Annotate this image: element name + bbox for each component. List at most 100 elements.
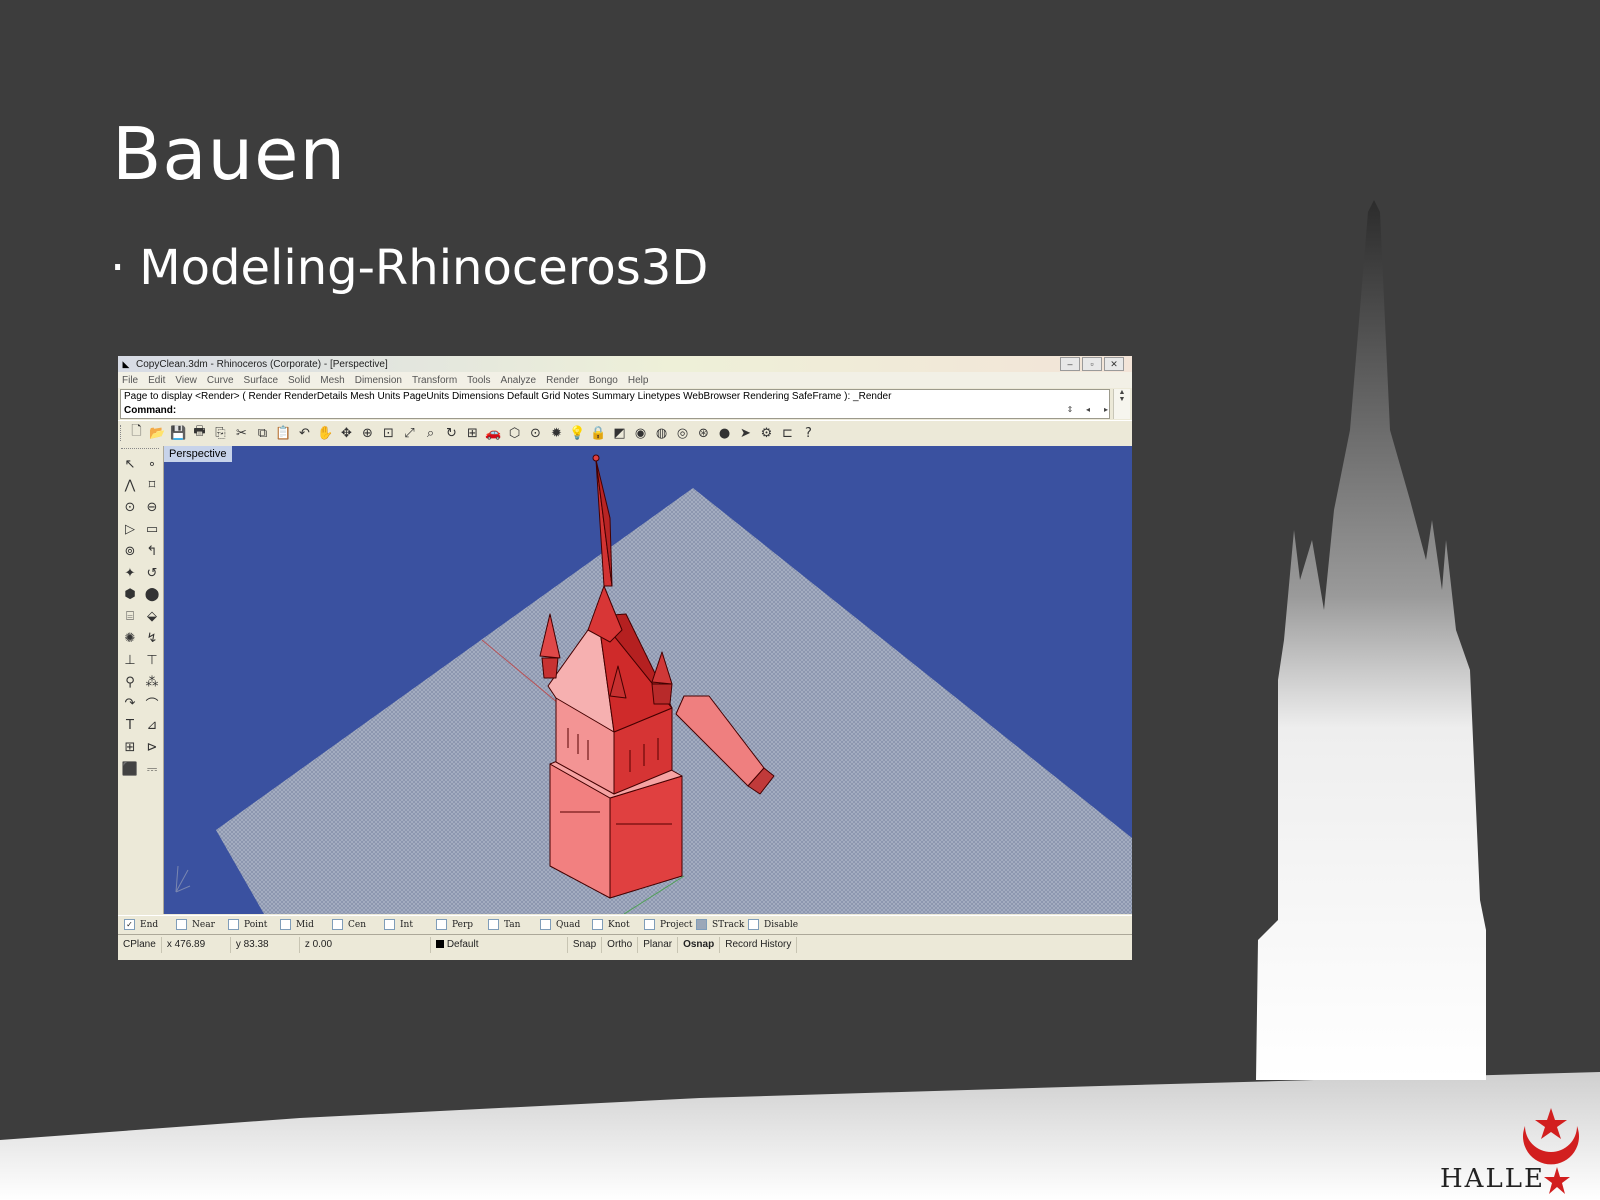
text-icon[interactable]: T bbox=[120, 716, 140, 736]
osnap-checkbox[interactable] bbox=[696, 919, 707, 930]
osnap-end[interactable]: ✓ End bbox=[124, 919, 176, 930]
open-file-icon[interactable]: 📂 bbox=[147, 424, 168, 442]
freeform-curve-icon[interactable]: ✦ bbox=[120, 563, 140, 583]
osnap-checkbox[interactable] bbox=[228, 919, 239, 930]
rotate-view-icon[interactable]: ↻ bbox=[441, 424, 462, 442]
command-scrollbar[interactable]: ▲ ▼ bbox=[1113, 389, 1130, 419]
menu-help[interactable]: Help bbox=[628, 375, 649, 386]
command-area[interactable]: Page to display <Render> ( Render Render… bbox=[120, 389, 1110, 419]
paste-icon[interactable]: 📋 bbox=[273, 424, 294, 442]
boolean-icon[interactable]: ↯ bbox=[142, 628, 162, 648]
status-cplane[interactable]: CPlane bbox=[118, 937, 162, 953]
osnap-point[interactable]: Point bbox=[228, 919, 280, 930]
window-titlebar[interactable]: ◣ CopyClean.3dm - Rhinoceros (Corporate)… bbox=[118, 356, 1132, 372]
minimize-button[interactable]: – bbox=[1060, 357, 1080, 371]
status-snap-toggle[interactable]: Snap bbox=[568, 937, 603, 953]
move-icon[interactable]: ✥ bbox=[336, 424, 357, 442]
color-wheel-icon[interactable]: ◉ bbox=[630, 424, 651, 442]
menu-analyze[interactable]: Analyze bbox=[501, 375, 537, 386]
rectangle-icon[interactable]: ⌑ bbox=[142, 476, 162, 496]
arc-icon[interactable]: ⊚ bbox=[120, 541, 140, 561]
snapshot-tool-icon[interactable]: ✹ bbox=[546, 424, 567, 442]
osnap-tan[interactable]: Tan bbox=[488, 919, 540, 930]
fillet-icon[interactable]: ↰ bbox=[142, 541, 162, 561]
car-tool-icon[interactable]: 🚗 bbox=[483, 424, 504, 442]
flag-icon[interactable]: ➤ bbox=[735, 424, 756, 442]
close-button[interactable]: ✕ bbox=[1104, 357, 1124, 371]
status-planar-toggle[interactable]: Planar bbox=[638, 937, 679, 953]
osnap-checkbox[interactable] bbox=[176, 919, 187, 930]
scroll-left-icon[interactable]: ◂ bbox=[1082, 405, 1094, 414]
zoom-in-icon[interactable]: ⊕ bbox=[357, 424, 378, 442]
menu-curve[interactable]: Curve bbox=[207, 375, 234, 386]
copy-icon[interactable]: ⧉ bbox=[252, 424, 273, 442]
menu-edit[interactable]: Edit bbox=[148, 375, 165, 386]
status-layer[interactable]: Default bbox=[431, 937, 568, 953]
menu-bongo[interactable]: Bongo bbox=[589, 375, 618, 386]
toolbar-grip[interactable] bbox=[120, 425, 124, 441]
zoom-selected-icon[interactable]: ⌕ bbox=[420, 424, 441, 442]
circle-icon[interactable]: ⊙ bbox=[120, 498, 140, 518]
osnap-int[interactable]: Int bbox=[384, 919, 436, 930]
viewport-title-tab[interactable]: Perspective bbox=[164, 446, 233, 462]
array-icon[interactable]: ⊞ bbox=[120, 737, 140, 757]
dimension-icon[interactable]: ⎓ bbox=[142, 759, 162, 779]
undo-icon[interactable]: ↶ bbox=[294, 424, 315, 442]
zoom-extents-icon[interactable]: ⤢ bbox=[399, 424, 420, 442]
join-icon[interactable]: ⊥ bbox=[120, 650, 140, 670]
osnap-near[interactable]: Near bbox=[176, 919, 228, 930]
osnap-checkbox[interactable] bbox=[748, 919, 759, 930]
points-cloud-icon[interactable]: ⁂ bbox=[142, 672, 162, 692]
polyline-icon[interactable]: ⋀ bbox=[120, 476, 140, 496]
menu-view[interactable]: View bbox=[175, 375, 197, 386]
four-viewports-icon[interactable]: ⊞ bbox=[462, 424, 483, 442]
menu-mesh[interactable]: Mesh bbox=[320, 375, 344, 386]
point-icon[interactable]: ∘ bbox=[142, 454, 162, 474]
menu-transform[interactable]: Transform bbox=[412, 375, 457, 386]
loft-surface-icon[interactable]: ⬙ bbox=[142, 607, 162, 627]
osnap-checkbox[interactable] bbox=[488, 919, 499, 930]
sidebar-grip[interactable] bbox=[121, 448, 159, 449]
extrude-surface-icon[interactable]: ⌸ bbox=[120, 607, 140, 627]
menu-dimension[interactable]: Dimension bbox=[355, 375, 402, 386]
osnap-cen[interactable]: Cen bbox=[332, 919, 384, 930]
box-solid-icon[interactable]: ⬢ bbox=[120, 585, 140, 605]
print-icon[interactable]: 🖶 bbox=[189, 424, 210, 442]
osnap-strack[interactable]: STrack bbox=[696, 919, 748, 930]
osnap-checkbox[interactable] bbox=[436, 919, 447, 930]
ellipse-icon[interactable]: ⊖ bbox=[142, 498, 162, 518]
status-record-history-toggle[interactable]: Record History bbox=[720, 937, 798, 953]
osnap-checkbox[interactable] bbox=[384, 919, 395, 930]
offset-curve-icon[interactable]: ↷ bbox=[120, 694, 140, 714]
render-sphere-icon[interactable]: ◍ bbox=[651, 424, 672, 442]
osnap-disable[interactable]: Disable bbox=[748, 919, 800, 930]
menu-surface[interactable]: Surface bbox=[244, 375, 278, 386]
new-file-icon[interactable]: 🗋 bbox=[126, 424, 147, 442]
box-outline-icon[interactable]: ▭ bbox=[142, 519, 162, 539]
curve-tools-icon[interactable]: ⌒ bbox=[142, 694, 162, 714]
menu-solid[interactable]: Solid bbox=[288, 375, 310, 386]
pan-hand-icon[interactable]: ✋ bbox=[315, 424, 336, 442]
menu-file[interactable]: File bbox=[122, 375, 138, 386]
materials-icon[interactable]: ◩ bbox=[609, 424, 630, 442]
osnap-checkbox[interactable]: ✓ bbox=[124, 919, 135, 930]
osnap-quad[interactable]: Quad bbox=[540, 919, 592, 930]
osnap-checkbox[interactable] bbox=[540, 919, 551, 930]
mirror-icon[interactable]: ⊳ bbox=[142, 737, 162, 757]
zoom-window-icon[interactable]: ⊡ bbox=[378, 424, 399, 442]
perspective-viewport[interactable]: Perspective bbox=[164, 446, 1132, 914]
booleans-icon[interactable]: ⚲ bbox=[120, 672, 140, 692]
restore-button[interactable]: ▫ bbox=[1082, 357, 1102, 371]
shaded-sphere-icon[interactable]: ● bbox=[714, 424, 735, 442]
polygon-icon[interactable]: ▷ bbox=[120, 519, 140, 539]
osnap-project[interactable]: Project bbox=[644, 919, 696, 930]
rotate-curve-icon[interactable]: ↺ bbox=[142, 563, 162, 583]
lock-icon[interactable]: 🔒 bbox=[588, 424, 609, 442]
status-osnap-toggle[interactable]: Osnap bbox=[678, 937, 721, 953]
save-icon[interactable]: 💾 bbox=[168, 424, 189, 442]
menu-tools[interactable]: Tools bbox=[467, 375, 490, 386]
light-bulb-icon[interactable]: 💡 bbox=[567, 424, 588, 442]
point-tool-icon[interactable]: ⊙ bbox=[525, 424, 546, 442]
settings-gear-icon[interactable]: ⚙ bbox=[756, 424, 777, 442]
render-mesh-icon[interactable]: ⬡ bbox=[504, 424, 525, 442]
